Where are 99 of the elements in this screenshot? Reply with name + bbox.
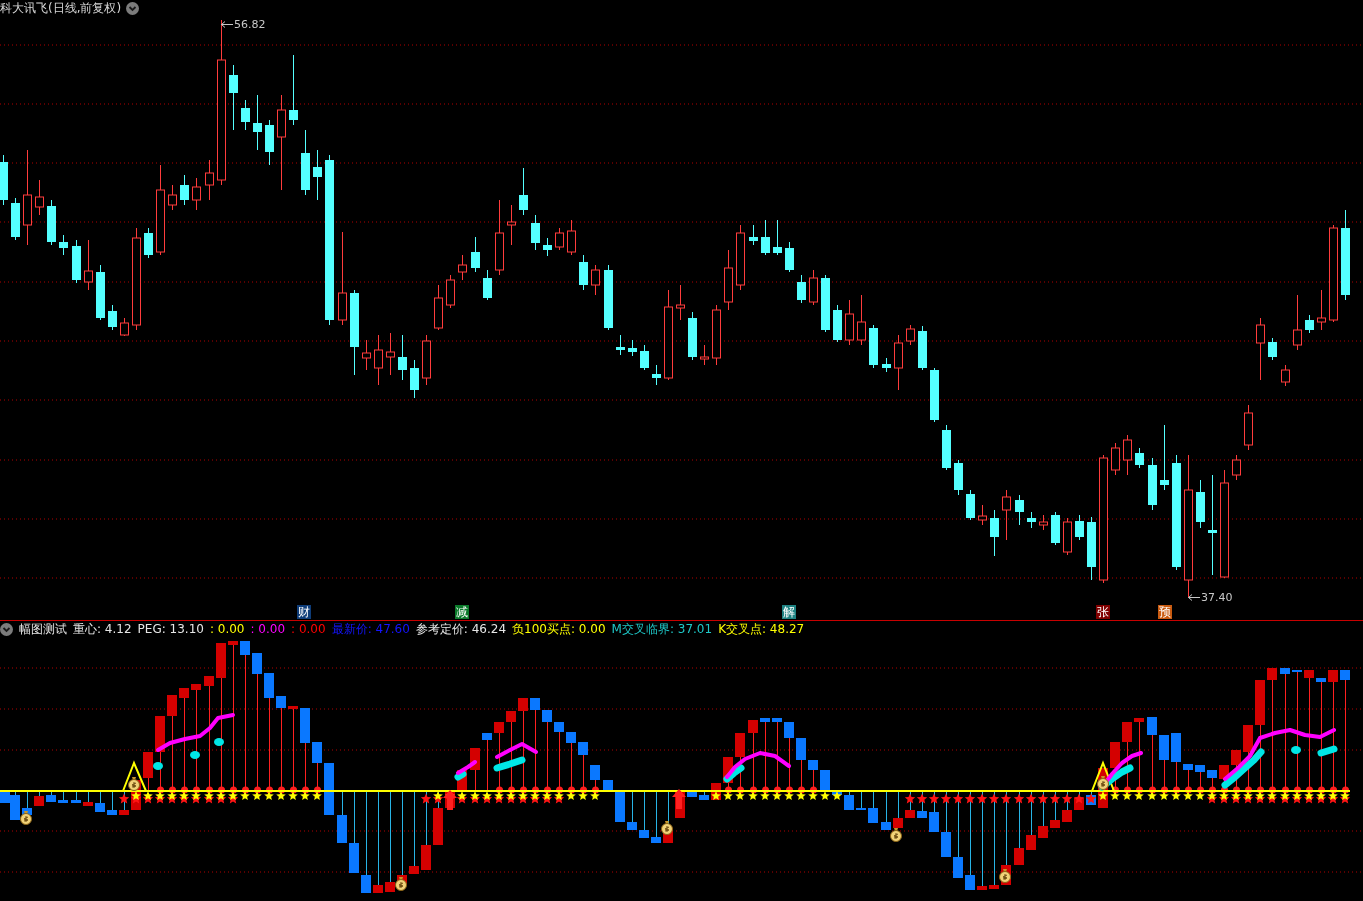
indicator-bar [735,733,745,794]
money-bag-icon [999,869,1011,883]
indicator-reading: : 0.00 [291,622,326,637]
indicator-bar [1183,764,1193,794]
indicator-bar [627,790,637,830]
indicator-bar [143,752,153,792]
indicator-bar [723,757,733,794]
indicator-bar [639,790,649,838]
money-bag-icon [20,811,32,825]
indicator-reading: M交叉临界: 37.01 [611,622,713,637]
indicator-bar [796,738,806,794]
event-tag: 解 [782,605,796,619]
indicator-bar [457,770,467,792]
indicator-bar [651,790,661,843]
lower-curve [454,770,467,781]
indicator-bar [58,790,68,803]
indicator-reading: 最新价: 47.60 [331,622,410,637]
indicator-bar [71,790,81,803]
indicator-reading: PEG: 13.10 [137,622,204,637]
indicator-bar [784,722,794,794]
indicator-bar [1207,770,1217,794]
event-tag: 张 [1096,605,1110,619]
indicator-bar [578,742,588,794]
dot-marker [190,751,200,759]
indicator-bar [554,722,564,794]
money-bag-icon [661,821,673,835]
indicator-bar [312,742,322,794]
money-bag-icon [395,877,407,891]
indicator-reading: 重心: 4.12 [73,622,132,637]
event-tag: 减 [455,605,469,619]
indicator-bar [482,733,492,792]
price-label: 56.82 [234,18,266,31]
dot-marker [153,762,163,770]
dot-marker [214,738,224,746]
indicator-bar [1122,722,1132,794]
indicator-bar [699,790,709,800]
dropdown-icon[interactable] [0,623,13,636]
indicator-reading: 负100买点: 0.00 [512,622,606,637]
indicator-reading: : 0.00 [250,622,286,637]
indicator-reading: 参考定价: 46.24 [415,622,507,637]
indicator-bar [687,791,697,797]
event-tag: 预 [1158,605,1172,619]
upper-curve [495,742,538,759]
indicator-bar [1038,790,1048,838]
indicator-bar [1195,765,1205,794]
lower-curve [493,756,526,772]
indicator-bar [893,790,903,828]
indicator-bar [1062,790,1072,822]
indicator-bar [856,790,866,810]
indicator-bar [808,760,818,794]
indicator-bar [1243,725,1253,794]
indicator-bar [119,790,129,815]
indicator-bar [566,732,576,794]
indicator-bar [337,790,347,843]
indicator-bar [590,765,600,794]
indicator-bar [1110,742,1120,794]
indicator-bar [929,790,939,832]
up-arrow-icon [672,789,686,809]
indicator-bar [603,780,613,792]
dropdown-icon[interactable] [126,2,140,15]
indicator-bar [941,790,951,857]
indicator-bar [1050,790,1060,828]
indicator-bar [615,791,625,822]
indicator-bar [844,790,854,810]
indicator-bar [1171,733,1181,794]
lower-curve [723,764,745,783]
indicator-bar [868,790,878,823]
event-tag: 财 [297,605,311,619]
chart-title: 科大讯飞(日线,前复权) [0,1,122,16]
lower-curve [1221,748,1265,789]
dot-marker [1291,746,1301,754]
indicator-bar [107,790,117,815]
indicator-bar [820,770,830,792]
indicator-title: 幅图测试 [19,622,67,637]
upper-curve [456,760,477,775]
indicator-bar [881,790,891,830]
indicator-bar [494,722,504,794]
indicator-bar [34,790,44,806]
leader-arrow [1188,594,1200,601]
indicator-bar [1159,735,1169,794]
money-bag-icon [890,828,902,842]
indicator-bar [905,790,915,818]
money-bag-icon [1097,776,1109,790]
leader-arrow [221,21,233,28]
indicator-bar [324,763,334,815]
upper-curve [725,751,791,779]
indicator-bar [917,790,927,818]
money-bag-icon [128,777,140,791]
price-label: 37.40 [1201,591,1233,604]
indicator-bar [95,790,105,812]
indicator-reading: K交叉点: 48.27 [718,622,805,637]
lower-curve [1317,745,1338,757]
indicator-bar [470,748,480,792]
indicator-bar [83,790,93,806]
indicator-bar [46,790,56,802]
indicator-bar [1026,790,1036,850]
indicator-bar [1219,765,1229,794]
lower-curve [1098,764,1134,791]
indicator-reading: : 0.00 [209,622,245,637]
